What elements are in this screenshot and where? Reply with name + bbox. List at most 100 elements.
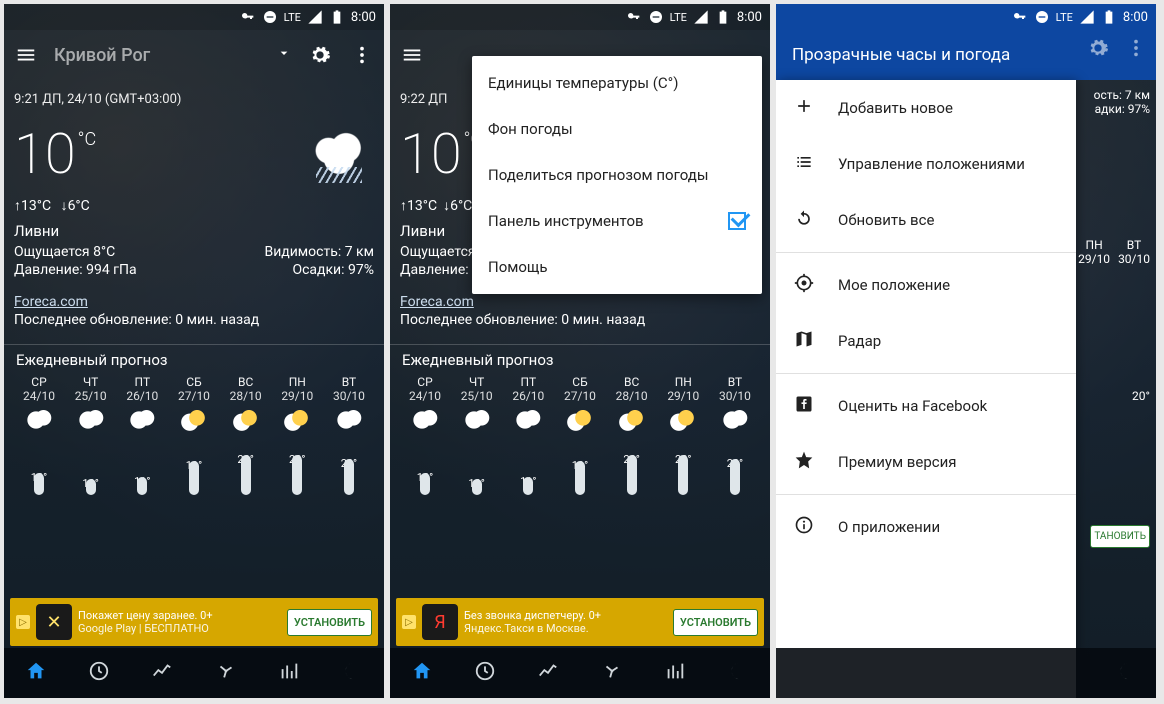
status-bar: LTE 8:00 xyxy=(390,4,770,30)
forecast-day[interactable]: ВТ30/1020° xyxy=(326,375,372,495)
forecast-day[interactable]: СБ27/1019° xyxy=(171,375,217,495)
tab-moon[interactable] xyxy=(727,660,749,686)
forecast-day[interactable]: ВС28/1022° xyxy=(609,375,655,495)
map-icon xyxy=(794,329,814,353)
menu-help[interactable]: Помощь xyxy=(472,244,762,290)
forecast-icon xyxy=(127,409,157,431)
key-icon xyxy=(626,9,642,25)
lte-label: LTE xyxy=(670,12,687,23)
last-updated: Последнее обновление: 0 мин. назад xyxy=(14,312,374,328)
menu-share[interactable]: Поделиться прогнозом погоды xyxy=(472,152,762,198)
menu-toolbar-toggle[interactable]: Панель инструментов xyxy=(472,198,762,244)
list-icon xyxy=(794,152,814,176)
settings-icon[interactable] xyxy=(306,41,334,69)
tab-home[interactable] xyxy=(411,660,433,686)
ad-badge-icon: ▷ xyxy=(16,615,30,629)
visibility: Видимость: 7 км xyxy=(264,244,374,260)
weather-icon xyxy=(304,129,374,183)
battery-icon xyxy=(715,9,731,25)
forecast-day[interactable]: ЧТ25/1010° xyxy=(68,375,114,495)
dnd-icon xyxy=(262,9,278,25)
menu-icon[interactable] xyxy=(398,41,426,69)
forecast-day[interactable]: ПТ26/1011° xyxy=(119,375,165,495)
ad-banner[interactable]: ▷ ✕ Покажет цену заранее. 0+ Google Play… xyxy=(10,598,378,646)
tab-hourly[interactable] xyxy=(88,660,110,686)
tab-graph[interactable] xyxy=(151,660,173,686)
tab-bars[interactable] xyxy=(664,660,686,686)
plus-icon xyxy=(794,96,814,120)
drawer-item-map[interactable]: Радар xyxy=(776,313,1076,369)
screenshot-overflow-menu: LTE 8:00 9:22 ДП 10°C ↑13°C↓6°C Ливни Ощ… xyxy=(390,4,770,698)
bottom-nav xyxy=(4,648,384,698)
key-icon xyxy=(240,9,256,25)
forecast-row[interactable]: СР24/1013°ЧТ25/1010°ПТ26/1011°СБ27/1019°… xyxy=(14,375,374,495)
ad-install-button[interactable]: ТАНОВИТЬ xyxy=(1090,525,1150,548)
menu-icon[interactable] xyxy=(12,41,40,69)
drawer-item-plus[interactable]: Добавить новое xyxy=(776,80,1076,136)
overflow-icon[interactable] xyxy=(1122,34,1150,62)
info-icon xyxy=(794,515,814,539)
battery-icon xyxy=(1101,9,1117,25)
tab-wind[interactable] xyxy=(215,660,237,686)
status-bar: LTE 8:00 xyxy=(4,4,384,30)
signal-icon xyxy=(693,9,709,25)
provider-link[interactable]: Foreca.com xyxy=(14,294,374,310)
condition: Ливни xyxy=(14,222,374,240)
forecast-title: Ежедневный прогноз xyxy=(16,351,374,369)
lte-label: LTE xyxy=(284,12,301,23)
forecast-day[interactable]: СР24/1013° xyxy=(402,375,448,495)
background-peek: ость: 7 км адки: 97% ПН29/10 ВТ30/10 20°… xyxy=(1076,80,1156,698)
fb-icon xyxy=(794,394,814,418)
drawer-item-locate[interactable]: Мое положение xyxy=(776,257,1076,313)
forecast-row[interactable]: СР24/1013°ЧТ25/1010°ПТ26/1011°СБ27/1019°… xyxy=(400,375,760,495)
forecast-day[interactable]: СР24/1013° xyxy=(16,375,62,495)
checkbox-icon[interactable] xyxy=(728,212,746,230)
forecast-icon xyxy=(24,409,54,431)
ad-line2: Google Play | БЕСПЛАТНО xyxy=(78,622,281,635)
forecast-day[interactable]: ПН29/1022° xyxy=(660,375,706,495)
tab-moon[interactable] xyxy=(1116,660,1138,686)
star-icon xyxy=(794,450,814,474)
drawer-item-info[interactable]: О приложении xyxy=(776,499,1076,555)
forecast-day[interactable]: СБ27/1019° xyxy=(557,375,603,495)
tab-bars[interactable] xyxy=(278,660,300,686)
forecast-day[interactable]: ЧТ25/1010° xyxy=(454,375,500,495)
ad-banner[interactable]: ▷ Я Без звонка диспетчеру. 0+ Яндекс.Так… xyxy=(396,598,764,646)
forecast-icon xyxy=(410,409,440,431)
drawer-item-list[interactable]: Управление положениями xyxy=(776,136,1076,192)
menu-temp-units[interactable]: Единицы температуры (C°) xyxy=(472,60,762,106)
forecast-day[interactable]: ВС28/1022° xyxy=(223,375,269,495)
tab-hourly[interactable] xyxy=(474,660,496,686)
signal-icon xyxy=(307,9,323,25)
ad-install-button[interactable]: УСТАНОВИТЬ xyxy=(287,609,372,636)
forecast-icon xyxy=(565,409,595,431)
bottom-nav xyxy=(390,648,770,698)
clock-label: 8:00 xyxy=(351,10,376,25)
forecast-icon xyxy=(617,409,647,431)
ad-install-button[interactable]: УСТАНОВИТЬ xyxy=(673,609,758,636)
tab-home[interactable] xyxy=(25,660,47,686)
tab-wind[interactable] xyxy=(601,660,623,686)
drawer-item-star[interactable]: Премиум версия xyxy=(776,434,1076,490)
forecast-day[interactable]: ПН29/1022° xyxy=(274,375,320,495)
drawer-item-fb[interactable]: Оценить на Facebook xyxy=(776,378,1076,434)
menu-background[interactable]: Фон погоды xyxy=(472,106,762,152)
settings-icon[interactable] xyxy=(1084,34,1112,62)
tab-graph[interactable] xyxy=(537,660,559,686)
forecast-icon xyxy=(462,409,492,431)
battery-icon xyxy=(329,9,345,25)
overflow-icon[interactable] xyxy=(348,41,376,69)
app-toolbar: Кривой Рог xyxy=(4,30,384,80)
forecast-day[interactable]: ПТ26/1011° xyxy=(505,375,551,495)
timestamp: 9:21 ДП, 24/10 (GMT+03:00) xyxy=(14,92,374,107)
location-title[interactable]: Кривой Рог xyxy=(54,45,262,66)
clock-label: 8:00 xyxy=(737,10,762,25)
drawer-item-refresh[interactable]: Обновить все xyxy=(776,192,1076,248)
dropdown-icon[interactable] xyxy=(276,45,292,65)
pressure: Давление: 994 гПа xyxy=(14,262,137,278)
forecast-icon xyxy=(668,409,698,431)
tab-moon[interactable] xyxy=(341,660,363,686)
precip: Осадки: 97% xyxy=(292,262,374,278)
forecast-day[interactable]: ВТ30/1020° xyxy=(712,375,758,495)
temperature: 10 °C xyxy=(14,121,96,187)
